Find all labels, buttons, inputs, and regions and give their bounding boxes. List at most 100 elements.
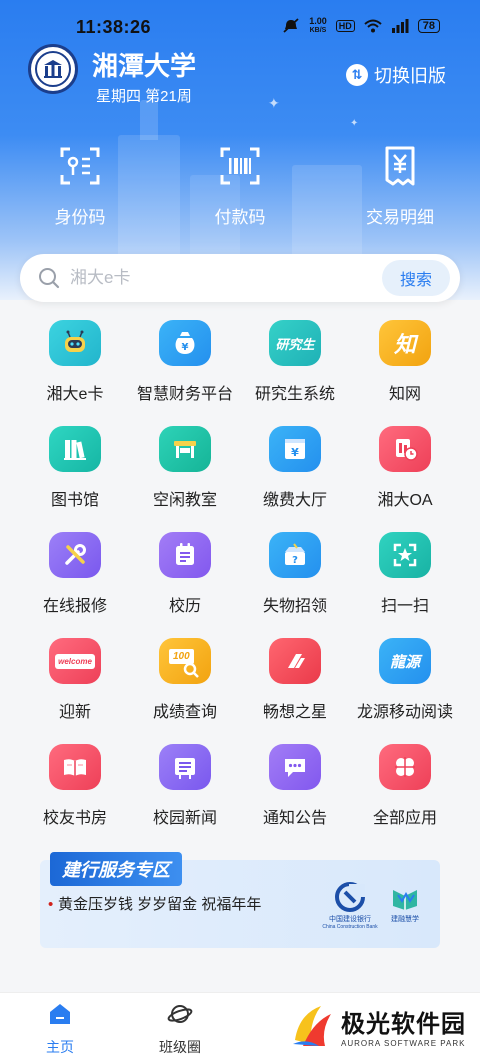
- app-xiangda-oa[interactable]: 湘大OA: [350, 426, 460, 510]
- ccb-logo-icon: [335, 882, 365, 912]
- books-icon: [49, 426, 101, 472]
- app-label: 全部应用: [372, 810, 437, 827]
- tools-icon: [49, 532, 101, 578]
- quick-action-transactions[interactable]: 交易明细: [340, 145, 460, 228]
- status-time: 11:38:26: [76, 17, 152, 37]
- svg-text:?: ?: [292, 555, 298, 566]
- calendar-icon: [159, 532, 211, 578]
- app-grade-query[interactable]: 100 成绩查询: [130, 638, 240, 722]
- app-label: 湘大OA: [377, 492, 433, 509]
- app-label: 通知公告: [262, 810, 327, 827]
- building-decoration: [140, 100, 158, 140]
- quick-action-label: 付款码: [214, 208, 266, 227]
- ccb-logo: 中国建设银行 China Construction Bank: [322, 882, 378, 930]
- app-campus-news[interactable]: 校园新闻: [130, 744, 240, 828]
- app-lost-and-found[interactable]: ? 失物招领: [240, 532, 350, 616]
- app-changxiang-star[interactable]: 畅想之星: [240, 638, 350, 722]
- sparkle-icon: ✦: [268, 95, 280, 111]
- app-library[interactable]: 图书馆: [20, 426, 130, 510]
- svg-text:¥: ¥: [182, 342, 189, 353]
- app-label: 校历: [168, 598, 201, 615]
- grade-search-icon: 100: [159, 638, 211, 684]
- search-input[interactable]: [70, 264, 390, 292]
- home-icon: [50, 1004, 70, 1024]
- net-speed-unit: KB/S: [309, 27, 327, 34]
- app-label: 研究生系统: [254, 386, 335, 403]
- zhiwang-icon-text: 知: [393, 332, 416, 357]
- jianrong-name: 建融慧学: [391, 916, 419, 923]
- app-label: 缴费大厅: [262, 492, 327, 509]
- tab-label: 主页: [46, 1039, 74, 1055]
- svg-text:¥: ¥: [291, 446, 299, 459]
- app-welcome-freshmen[interactable]: welcome 迎新: [20, 638, 130, 722]
- app-label: 校友书房: [42, 810, 107, 827]
- app-smart-finance[interactable]: ¥ 智慧财务平台: [130, 320, 240, 404]
- tab-home[interactable]: 主页: [20, 1001, 100, 1056]
- app-cnki[interactable]: 知 知网: [350, 320, 460, 404]
- ccb-name: 中国建设银行: [329, 916, 371, 923]
- chat-bubble-icon: [269, 744, 321, 790]
- quick-action-id-code[interactable]: 身份码: [20, 145, 140, 228]
- longyuan-icon-text: 龍源: [389, 653, 420, 671]
- app-online-repair[interactable]: 在线报修: [20, 532, 130, 616]
- app-label: 扫一扫: [380, 598, 429, 615]
- app-label: 图书馆: [50, 492, 99, 509]
- app-graduate-system[interactable]: 研究生 研究生系统: [240, 320, 350, 404]
- aurora-logo-icon: [293, 1005, 331, 1046]
- week-info: 星期四 第21周: [96, 88, 192, 105]
- robot-icon: [49, 320, 101, 366]
- graduate-icon-text: 研究生: [275, 336, 315, 352]
- ccb-service-banner[interactable]: 建行服务专区 黄金压岁钱 岁岁留金 祝福年年 中国建设银行 China Cons…: [40, 852, 440, 948]
- status-bar: 11:38:26 1.00 KB/S HD 78: [0, 0, 480, 52]
- news-icon: [159, 744, 211, 790]
- search-icon: [39, 268, 60, 289]
- oa-clock-icon: [379, 426, 431, 472]
- receipt-icon: [385, 146, 415, 186]
- quick-action-label: 身份码: [54, 208, 106, 227]
- desk-icon: [159, 426, 211, 472]
- switch-old-version-button[interactable]: ⇅ 切换旧版: [346, 62, 446, 88]
- net-speed-value: 1.00: [309, 16, 327, 26]
- open-book-icon: [49, 744, 101, 790]
- app-payment-hall[interactable]: ¥ 缴费大厅: [240, 426, 350, 510]
- app-xiangda-ecard[interactable]: 湘大e卡: [20, 320, 130, 404]
- all-apps-icon: [379, 744, 431, 790]
- net-speed: 1.00 KB/S: [309, 17, 327, 35]
- app-label: 失物招领: [262, 598, 327, 615]
- app-all-apps[interactable]: 全部应用: [350, 744, 460, 828]
- longyuan-icon: 龍源: [379, 638, 431, 684]
- quick-action-label: 交易明细: [366, 208, 434, 227]
- app-label: 在线报修: [42, 598, 107, 615]
- app-label: 迎新: [58, 704, 91, 721]
- banner-text: 黄金压岁钱 岁岁留金 祝福年年: [48, 894, 298, 916]
- app-scan[interactable]: 扫一扫: [350, 532, 460, 616]
- jianrong-logo: 建融慧学: [384, 886, 426, 924]
- graduate-text-icon: 研究生: [269, 320, 321, 366]
- lost-found-icon: ?: [269, 532, 321, 578]
- quick-action-payment-code[interactable]: 付款码: [180, 145, 300, 228]
- barcode-icon: [220, 147, 260, 185]
- app-alumni-study[interactable]: 校友书房: [20, 744, 130, 828]
- university-emblem-icon: [44, 60, 62, 78]
- app-label: 校园新闻: [152, 810, 217, 827]
- ccb-name-en: China Construction Bank: [322, 924, 378, 930]
- app-notices[interactable]: 通知公告: [240, 744, 350, 828]
- sparkle-icon: ✦: [350, 118, 359, 129]
- app-school-calendar[interactable]: 校历: [130, 532, 240, 616]
- app-free-classroom[interactable]: 空闲教室: [130, 426, 240, 510]
- search-button[interactable]: 搜索: [382, 260, 450, 296]
- yuan-screen-icon: ¥: [269, 426, 321, 472]
- aurora-watermark: 极光软件园 AURORA SOFTWARE PARK: [285, 995, 480, 1056]
- watermark-name-en: AURORA SOFTWARE PARK: [341, 1038, 466, 1048]
- app-longyuan-reading[interactable]: 龍源 龙源移动阅读: [350, 638, 460, 722]
- wifi-icon: [364, 19, 382, 33]
- switch-old-version-label: 切换旧版: [374, 66, 446, 86]
- search-bar: 搜索: [20, 254, 460, 302]
- university-name: 湘潭大学: [92, 51, 197, 81]
- app-label: 空闲教室: [152, 492, 217, 509]
- app-label: 畅想之星: [262, 704, 327, 721]
- app-label: 智慧财务平台: [136, 386, 233, 403]
- app-label: 成绩查询: [152, 704, 217, 721]
- tab-class-circle[interactable]: 班级圈: [140, 1001, 220, 1056]
- planet-icon: [167, 1005, 193, 1023]
